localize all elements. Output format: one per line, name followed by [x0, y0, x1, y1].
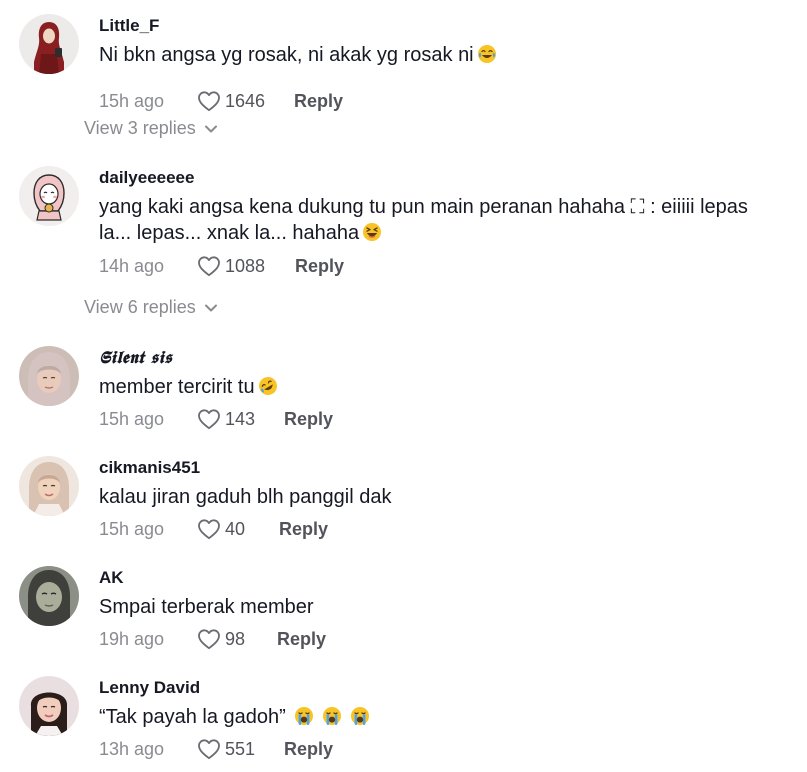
heart-icon[interactable]: [197, 518, 221, 540]
comment-text: yang kaki angsa kena dukung tu pun main …: [99, 196, 748, 244]
avatar[interactable]: [19, 166, 79, 226]
heart-icon[interactable]: [197, 738, 221, 760]
avatar[interactable]: [19, 14, 79, 74]
comment-meta: 13h ago 551 Reply: [99, 737, 333, 761]
reply-button[interactable]: Reply: [284, 739, 333, 760]
heart-icon[interactable]: [197, 628, 221, 650]
view-replies-label: View 6 replies: [84, 297, 196, 317]
comment-meta: 15h ago 143 Reply: [99, 407, 333, 431]
reply-button[interactable]: Reply: [295, 256, 344, 277]
comment-username[interactable]: cikmanis451: [99, 458, 200, 478]
comment-timestamp: 15h ago: [99, 408, 165, 429]
reply-button[interactable]: Reply: [284, 409, 333, 430]
like-button[interactable]: 143: [197, 408, 255, 430]
view-replies-button[interactable]: View 3 replies: [84, 118, 218, 139]
comment-timestamp: 15h ago: [99, 518, 165, 539]
loudly-crying-face-icon: [322, 706, 342, 726]
avatar[interactable]: [19, 676, 79, 736]
comment-list: Little_F Ni bkn angsa yg rosak, ni akak …: [0, 0, 807, 772]
comment-username[interactable]: Lenny David: [99, 678, 200, 698]
heart-icon[interactable]: [197, 255, 221, 277]
loudly-crying-face-icon: [350, 706, 370, 726]
grinning-squinting-face-icon: [362, 222, 382, 242]
like-count: 143: [225, 408, 256, 429]
avatar[interactable]: [19, 566, 79, 626]
comment-meta: 15h ago 40 Reply: [99, 517, 328, 541]
view-replies-label: View 3 replies: [84, 118, 196, 138]
like-count: 551: [225, 738, 256, 759]
reply-button[interactable]: Reply: [294, 91, 343, 112]
loudly-crying-face-icon: [294, 706, 314, 726]
view-replies-button[interactable]: View 6 replies: [84, 297, 218, 318]
comment-text: Smpai terberak member: [99, 596, 314, 618]
heart-icon[interactable]: [197, 408, 221, 430]
heart-icon[interactable]: [197, 90, 221, 112]
like-button[interactable]: 40: [197, 518, 245, 540]
like-button[interactable]: 551: [197, 738, 255, 760]
like-count: 1088: [225, 255, 266, 276]
comment-username[interactable]: dailyeeeeee: [99, 168, 194, 188]
like-button[interactable]: 98: [197, 628, 245, 650]
like-count: 98: [225, 628, 246, 649]
chevron-down-icon: [204, 303, 218, 313]
comment-timestamp: 19h ago: [99, 628, 165, 649]
avatar[interactable]: [19, 346, 79, 406]
comment-text: Ni bkn angsa yg rosak, ni akak yg rosak …: [99, 42, 759, 68]
reply-button[interactable]: Reply: [279, 519, 328, 540]
like-button[interactable]: 1646: [197, 90, 265, 112]
reply-button[interactable]: Reply: [277, 629, 326, 650]
avatar[interactable]: [19, 456, 79, 516]
like-count: 1646: [225, 90, 266, 111]
comment-meta: 14h ago 1088 Reply: [99, 254, 344, 278]
comment-text: member tercirit tu: [99, 374, 759, 400]
comment-timestamp: 15h ago: [99, 90, 165, 111]
comment-username[interactable]: AK: [99, 568, 124, 588]
comment-text: kalau jiran gaduh blh panggil dak: [99, 486, 392, 508]
comment-username[interactable]: 𝕾𝖎𝖑𝖊𝖓𝖙 𝖘𝖎𝖘: [99, 348, 172, 368]
comment-meta: 15h ago 1646 Reply: [99, 89, 343, 113]
face-with-tears-of-joy-icon: [477, 44, 497, 64]
comment-timestamp: 13h ago: [99, 738, 165, 759]
like-button[interactable]: 1088: [197, 255, 265, 277]
comment-timestamp: 14h ago: [99, 255, 165, 276]
comment-text: “Tak payah la gadoh”: [99, 704, 759, 730]
chevron-down-icon: [204, 124, 218, 134]
comment-meta: 19h ago 98 Reply: [99, 627, 326, 651]
comment-username[interactable]: Little_F: [99, 16, 159, 36]
like-count: 40: [225, 518, 246, 539]
rolling-on-floor-laughing-icon: [258, 376, 278, 396]
